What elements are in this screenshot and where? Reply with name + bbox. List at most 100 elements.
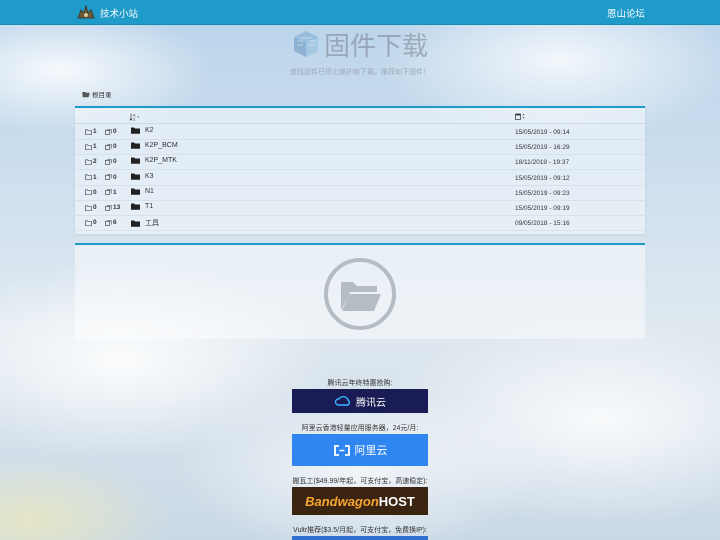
modified-date: 15/05/2019 - 09:14 xyxy=(515,129,570,136)
folder-name[interactable]: 工具 xyxy=(145,218,159,228)
subfolder-count-value: 2 xyxy=(93,158,97,166)
file-list-panel: A Z 1 0 K2 15/05/2019 - 09:14 1 0 K2P_BCM 15/05… xyxy=(75,106,645,234)
folder-name[interactable]: T1 xyxy=(145,203,153,210)
aliyun-banner[interactable]: 阿里云 xyxy=(292,434,428,466)
folder-link[interactable]: K3 xyxy=(131,173,154,180)
folder-outline-icon xyxy=(85,144,92,150)
preview-panel xyxy=(75,243,645,339)
folder-outline-icon xyxy=(85,174,92,180)
ad-tencent: 腾讯云年终特惠抢购: 腾讯云 xyxy=(0,378,720,413)
modified-date: 15/05/2019 - 09:12 xyxy=(515,174,570,182)
folder-name[interactable]: K2 xyxy=(145,127,154,134)
file-count-value: 0 xyxy=(113,143,117,151)
folder-link[interactable]: T1 xyxy=(131,203,153,210)
table-row[interactable]: 1 0 K3 15/05/2019 - 09:12 xyxy=(75,171,645,186)
folder-outline-icon xyxy=(85,205,92,211)
vultr-banner[interactable] xyxy=(292,536,428,540)
subfolder-count: 0 xyxy=(85,189,97,196)
aliyun-banner-text: 阿里云 xyxy=(354,445,388,457)
files-icon xyxy=(105,174,112,180)
file-count: 0 xyxy=(105,128,117,135)
date-column-header[interactable] xyxy=(515,113,526,122)
files-icon xyxy=(105,143,112,150)
folder-name[interactable]: K2P_BCM xyxy=(145,142,178,149)
folder-name[interactable]: K2P_MTK xyxy=(145,157,177,164)
table-row[interactable]: 2 0 K2P_MTK 18/11/2019 - 19:37 xyxy=(75,155,645,171)
subfolder-count: 1 xyxy=(85,128,97,135)
file-count: 0 xyxy=(105,143,117,150)
brand-logo-icon xyxy=(77,4,95,18)
folder-link[interactable]: K2P_MTK xyxy=(131,157,177,164)
file-count: 13 xyxy=(105,204,120,211)
subfolder-count: 1 xyxy=(85,143,97,150)
file-count: 1 xyxy=(105,189,117,196)
folder-link[interactable]: 工具 xyxy=(131,218,159,228)
svg-text:Z: Z xyxy=(133,117,136,121)
folder-icon xyxy=(131,220,140,227)
bandwagon-banner-suffix: HOST xyxy=(378,493,415,509)
brand-link[interactable]: 技术小站 xyxy=(76,3,138,22)
hero-section: 固件下载 查找固件已停止维护和下载，推荐如下固件！ xyxy=(0,27,720,77)
subfolder-count-value: 1 xyxy=(93,173,97,181)
files-icon xyxy=(105,159,112,165)
tencent-cloud-banner[interactable]: 腾讯云 xyxy=(292,389,428,413)
folder-icon xyxy=(131,188,140,195)
file-count-value: 13 xyxy=(113,204,121,211)
breadcrumb[interactable]: 根目录 xyxy=(82,89,112,99)
subfolder-count: 2 xyxy=(85,158,97,165)
folder-icon xyxy=(131,127,140,134)
sort-alpha-icon: A Z xyxy=(129,113,140,121)
page-title: 固件下载 xyxy=(323,31,428,62)
subfolder-count-value: 1 xyxy=(93,128,97,135)
tencent-cloud-logo-icon xyxy=(334,395,350,406)
subfolder-count-value: 0 xyxy=(93,219,97,227)
folder-open-icon xyxy=(82,91,90,97)
ad-label: 阿里云香港轻量应用服务器，24元/月: xyxy=(301,425,419,432)
file-count-value: 0 xyxy=(113,128,117,135)
table-row[interactable]: 1 0 K2P_BCM 15/05/2019 - 16:29 xyxy=(75,140,645,156)
breadcrumb-root[interactable]: 根目录 xyxy=(92,89,112,99)
top-navbar: 技术小站 恩山论坛 xyxy=(0,0,720,25)
modified-date: 18/11/2019 - 19:37 xyxy=(515,159,570,167)
modified-date: 15/05/2019 - 16:29 xyxy=(515,144,570,152)
folder-open-circle-icon xyxy=(324,258,396,330)
folder-name[interactable]: N1 xyxy=(145,188,154,195)
folder-link[interactable]: K2 xyxy=(131,127,154,134)
folder-icon xyxy=(131,203,140,210)
file-count-value: 1 xyxy=(113,188,117,196)
file-count-value: 6 xyxy=(113,219,117,227)
ad-aliyun: 阿里云香港轻量应用服务器，24元/月: 阿里云 xyxy=(0,423,720,466)
forum-link[interactable]: 恩山论坛 xyxy=(607,6,645,20)
sort-button[interactable]: A Z xyxy=(129,113,140,123)
file-count: 6 xyxy=(105,219,117,226)
folder-link[interactable]: N1 xyxy=(131,188,154,195)
subfolder-count-value: 0 xyxy=(93,188,97,196)
table-row[interactable]: 0 1 N1 15/05/2019 - 09:23 xyxy=(75,186,645,201)
tencent-banner-text: 腾讯云 xyxy=(356,397,386,409)
table-row[interactable]: 1 0 K2 15/05/2019 - 09:14 xyxy=(75,125,645,140)
page-title-wrap: 固件下载 xyxy=(292,27,428,62)
ads-section: 腾讯云年终特惠抢购: 腾讯云 阿里云香港轻量应用服务器，24元/月: 阿里云 搬… xyxy=(0,378,720,540)
ad-label: Vultr推荐($3.5/月起，可支付宝，免费换IP): xyxy=(293,527,427,534)
file-count-value: 0 xyxy=(113,158,117,166)
folder-icon xyxy=(131,173,140,180)
folder-link[interactable]: K2P_BCM xyxy=(131,142,178,149)
subfolder-count: 0 xyxy=(85,204,97,211)
modified-date: 15/05/2019 - 09:19 xyxy=(515,205,570,212)
calendar-icon xyxy=(515,113,525,120)
folder-outline-icon xyxy=(85,189,92,196)
file-count: 0 xyxy=(105,174,117,181)
bandwagon-banner-text: Bandwagon xyxy=(305,493,379,509)
folder-icon xyxy=(131,157,140,165)
cube-icon xyxy=(293,31,318,57)
folder-name[interactable]: K3 xyxy=(145,173,154,180)
table-row[interactable]: 0 13 T1 15/05/2019 - 09:19 xyxy=(75,201,645,216)
folder-outline-icon xyxy=(85,159,92,165)
subfolder-count: 1 xyxy=(85,174,97,181)
subfolder-count-value: 0 xyxy=(93,204,97,211)
files-icon xyxy=(105,219,112,226)
table-row[interactable]: 0 6 工具 09/05/2018 - 15:16 xyxy=(75,216,645,232)
folder-outline-icon xyxy=(85,129,92,135)
bandwagon-banner[interactable]: Bandwagon HOST xyxy=(292,487,428,515)
brand-name: 技术小站 xyxy=(100,8,139,20)
